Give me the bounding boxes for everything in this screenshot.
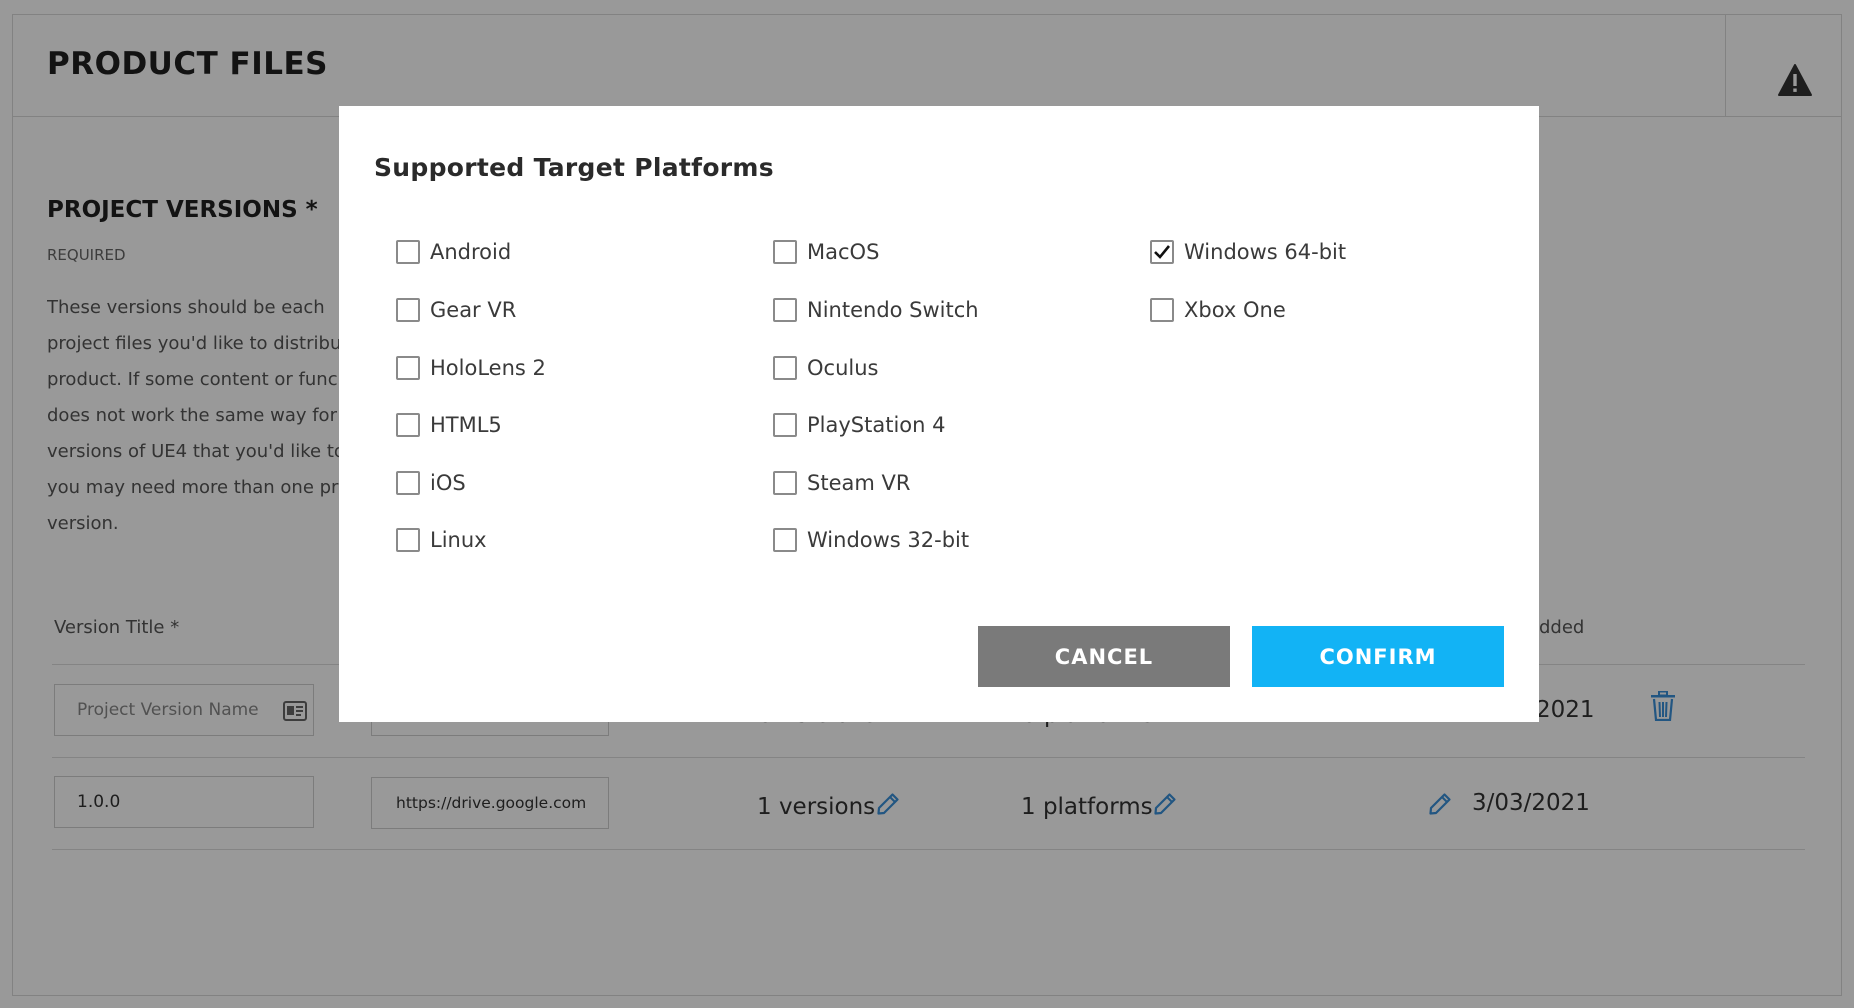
checkbox[interactable]	[773, 528, 797, 552]
platforms-dialog: Supported Target Platforms Android Gear …	[339, 106, 1539, 722]
checkbox[interactable]	[1150, 298, 1174, 322]
platform-option-macos[interactable]: MacOS	[773, 237, 879, 267]
platform-option-windows-64-bit[interactable]: Windows 64-bit	[1150, 237, 1346, 267]
checkbox[interactable]	[773, 240, 797, 264]
platform-label: Xbox One	[1184, 298, 1286, 322]
platform-label: HTML5	[430, 413, 502, 437]
platform-label: Gear VR	[430, 298, 517, 322]
platform-label: Windows 32-bit	[807, 528, 970, 552]
platform-option-gear-vr[interactable]: Gear VR	[396, 295, 516, 325]
cancel-button[interactable]: CANCEL	[978, 626, 1230, 687]
checkbox[interactable]	[396, 298, 420, 322]
checkbox[interactable]	[396, 528, 420, 552]
checkbox[interactable]	[773, 298, 797, 322]
platform-label: iOS	[430, 471, 466, 495]
checkmark-icon	[1154, 245, 1171, 259]
checkbox[interactable]	[773, 413, 797, 437]
checkbox[interactable]	[773, 471, 797, 495]
platform-option-oculus[interactable]: Oculus	[773, 353, 878, 383]
platform-label: Windows 64-bit	[1184, 240, 1347, 264]
platform-option-xbox-one[interactable]: Xbox One	[1150, 295, 1286, 325]
platform-option-html5[interactable]: HTML5	[396, 410, 502, 440]
platform-option-android[interactable]: Android	[396, 237, 511, 267]
platform-label: Linux	[430, 528, 487, 552]
platform-label: HoloLens 2	[430, 356, 546, 380]
platform-label: PlayStation 4	[807, 413, 946, 437]
platform-label: Steam VR	[807, 471, 911, 495]
checkbox[interactable]	[396, 240, 420, 264]
checkbox[interactable]	[773, 356, 797, 380]
platform-label: Nintendo Switch	[807, 298, 979, 322]
platform-option-ios[interactable]: iOS	[396, 468, 466, 498]
platform-label: MacOS	[807, 240, 880, 264]
confirm-button[interactable]: CONFIRM	[1252, 626, 1504, 687]
platform-option-linux[interactable]: Linux	[396, 525, 487, 555]
platform-option-steam-vr[interactable]: Steam VR	[773, 468, 910, 498]
checkbox[interactable]	[396, 413, 420, 437]
platform-option-nintendo-switch[interactable]: Nintendo Switch	[773, 295, 979, 325]
platform-label: Oculus	[807, 356, 879, 380]
platform-option-windows-32-bit[interactable]: Windows 32-bit	[773, 525, 969, 555]
dialog-title: Supported Target Platforms	[374, 153, 774, 182]
platform-option-hololens-2[interactable]: HoloLens 2	[396, 353, 546, 383]
checkbox[interactable]	[396, 471, 420, 495]
platform-option-playstation-4[interactable]: PlayStation 4	[773, 410, 946, 440]
checkbox[interactable]	[396, 356, 420, 380]
platform-label: Android	[430, 240, 512, 264]
checkbox[interactable]	[1150, 240, 1174, 264]
